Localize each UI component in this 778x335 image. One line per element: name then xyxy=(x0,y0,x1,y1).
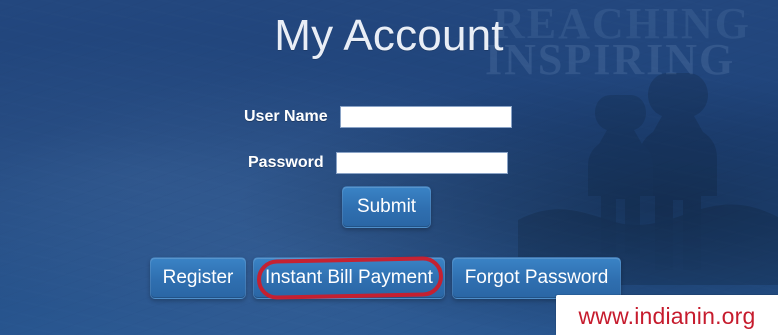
page-title: My Account xyxy=(274,11,504,60)
site-watermark-text: www.indianin.org xyxy=(578,302,756,329)
password-input[interactable] xyxy=(336,152,508,174)
instant-bill-payment-button[interactable]: Instant Bill Payment xyxy=(253,257,445,299)
submit-button[interactable]: Submit xyxy=(342,186,431,228)
site-watermark: www.indianin.org xyxy=(556,295,778,335)
username-input[interactable] xyxy=(340,106,512,128)
username-label: User Name xyxy=(244,108,328,125)
forgot-password-button[interactable]: Forgot Password xyxy=(452,257,621,299)
register-button[interactable]: Register xyxy=(150,257,246,299)
password-label: Password xyxy=(248,154,324,171)
